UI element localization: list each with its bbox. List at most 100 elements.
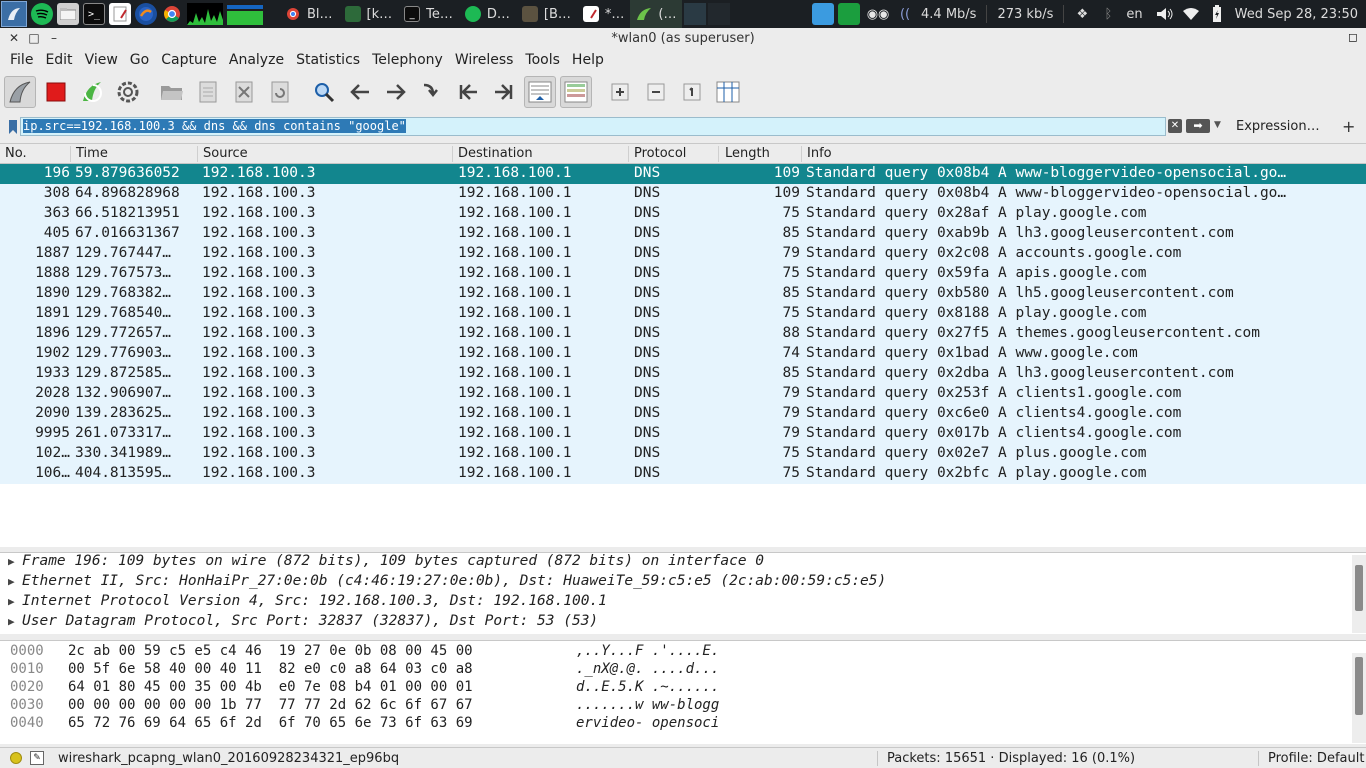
clock[interactable]: Wed Sep 28, 23:50 xyxy=(1228,7,1366,22)
column-header-time[interactable]: Time xyxy=(76,146,108,161)
packet-row[interactable]: 196 59.879636052 192.168.100.3 192.168.100.… xyxy=(0,164,1366,184)
packet-row[interactable]: 102… 330.341989… 192.168.100.3 192.168.100.… xyxy=(0,444,1366,464)
volume-icon[interactable] xyxy=(1154,3,1176,25)
expand-arrow-icon[interactable]: ▶ xyxy=(8,575,15,588)
expand-arrow-icon[interactable]: ▶ xyxy=(8,615,15,628)
keyboard-layout[interactable]: en xyxy=(1119,7,1149,22)
packet-row[interactable]: 1902 129.776903… 192.168.100.3 192.168.100.… xyxy=(0,344,1366,364)
go-to-packet-button[interactable] xyxy=(416,76,448,108)
bytes-ascii[interactable]: ,..Y...F .'....E. xyxy=(576,643,719,659)
workspace-switcher[interactable] xyxy=(708,3,731,25)
bytes-ascii[interactable]: .......w ww-blogg xyxy=(576,697,719,713)
eyes-tray-icon[interactable]: ◉◉ xyxy=(864,3,892,25)
bluetooth-icon[interactable]: ᛒ xyxy=(1097,3,1119,25)
packet-row[interactable]: 2028 132.906907… 192.168.100.3 192.168.100.… xyxy=(0,384,1366,404)
menu-view[interactable]: View xyxy=(79,52,124,68)
bytes-hex[interactable]: 00 5f 6e 58 40 00 40 11 82 e0 c0 a8 64 0… xyxy=(68,661,473,677)
menu-telephony[interactable]: Telephony xyxy=(366,52,449,68)
go-back-button[interactable] xyxy=(344,76,376,108)
packet-row[interactable]: 1891 129.768540… 192.168.100.3 192.168.100.… xyxy=(0,304,1366,324)
normal-size-button[interactable] xyxy=(676,76,708,108)
column-header-info[interactable]: Info xyxy=(807,146,832,161)
app-launcher-button[interactable] xyxy=(1,1,27,27)
packet-row[interactable]: 363 66.518213951 192.168.100.3 192.168.100.… xyxy=(0,204,1366,224)
menu-capture[interactable]: Capture xyxy=(155,52,223,68)
taskbar-item-3[interactable]: D… xyxy=(459,0,516,28)
menu-wireless[interactable]: Wireless xyxy=(449,52,520,68)
menu-file[interactable]: File xyxy=(4,52,39,68)
menu-help[interactable]: Help xyxy=(566,52,610,68)
bytes-hex[interactable]: 65 72 76 69 64 65 6f 2d 6f 70 65 6e 73 6… xyxy=(68,715,473,731)
display-filter-input[interactable]: ip.src==192.168.100.3 && dns && dns cont… xyxy=(20,117,1166,136)
zoom-out-button[interactable] xyxy=(640,76,672,108)
taskbar-item-1[interactable]: [k… xyxy=(339,0,399,28)
expand-arrow-icon[interactable]: ▶ xyxy=(8,595,15,608)
bytes-ascii[interactable]: ._nX@.@. ....d... xyxy=(576,661,719,677)
expert-info-led-icon[interactable] xyxy=(10,752,22,764)
packet-list[interactable]: No. Time Source Destination Protocol Len… xyxy=(0,143,1366,547)
expand-arrow-icon[interactable]: ▶ xyxy=(8,555,15,568)
first-packet-button[interactable] xyxy=(452,76,484,108)
capture-comment-icon[interactable]: ✎ xyxy=(30,751,44,765)
battery-icon[interactable] xyxy=(1206,3,1228,25)
find-packet-button[interactable] xyxy=(308,76,340,108)
detail-row-udp[interactable]: ▶ User Datagram Protocol, Src Port: 32837… xyxy=(0,613,1366,633)
capture-options-button[interactable] xyxy=(112,76,144,108)
packet-row[interactable]: 2090 139.283625… 192.168.100.3 192.168.100.… xyxy=(0,404,1366,424)
menu-go[interactable]: Go xyxy=(124,52,155,68)
bytes-ascii[interactable]: d..E.5.K .~...... xyxy=(576,679,719,695)
taskbar-item-5[interactable]: *… xyxy=(577,0,631,28)
maximize-icon[interactable]: ◻ xyxy=(1348,30,1358,44)
packet-row[interactable]: 106… 404.813595… 192.168.100.3 192.168.100.… xyxy=(0,464,1366,484)
start-capture-button[interactable] xyxy=(4,76,36,108)
minimize-icon[interactable]: – xyxy=(44,31,64,45)
save-file-button[interactable] xyxy=(192,76,224,108)
file-manager-launcher-icon[interactable] xyxy=(57,3,79,25)
editor-launcher-icon[interactable] xyxy=(109,3,131,25)
bytes-ascii[interactable]: ervideo- opensoci xyxy=(576,715,719,731)
packet-row[interactable]: 308 64.896828968 192.168.100.3 192.168.100.… xyxy=(0,184,1366,204)
scrollbar-thumb[interactable] xyxy=(1355,565,1363,611)
clear-filter-button[interactable]: ✕ xyxy=(1168,119,1182,133)
add-filter-button[interactable]: + xyxy=(1342,117,1355,136)
terminal-launcher-icon[interactable]: >_ xyxy=(83,3,105,25)
details-scrollbar[interactable] xyxy=(1352,555,1366,633)
packet-row[interactable]: 405 67.016631367 192.168.100.3 192.168.100.… xyxy=(0,224,1366,244)
last-packet-button[interactable] xyxy=(488,76,520,108)
column-header-no[interactable]: No. xyxy=(5,146,27,161)
taskbar-item-6[interactable]: (… xyxy=(630,0,683,28)
taskbar-item-2[interactable]: _ Te… xyxy=(398,0,459,28)
packet-bytes-pane[interactable]: 0000 2c ab 00 59 c5 e5 c4 46 19 27 0e 0b … xyxy=(0,640,1366,744)
filter-history-dropdown[interactable]: ▼ xyxy=(1214,120,1221,130)
chrome-launcher-icon[interactable] xyxy=(161,3,183,25)
dropbox-icon[interactable]: ❖ xyxy=(1071,3,1093,25)
menu-analyze[interactable]: Analyze xyxy=(223,52,290,68)
close-file-button[interactable] xyxy=(228,76,260,108)
menu-tools[interactable]: Tools xyxy=(519,52,566,68)
packet-details-pane[interactable]: ▶ Frame 196: 109 bytes on wire (872 bits)… xyxy=(0,552,1366,634)
notes-tray-icon[interactable] xyxy=(812,3,835,25)
close-icon[interactable]: ✕ xyxy=(4,31,24,45)
open-file-button[interactable] xyxy=(156,76,188,108)
wifi-icon[interactable] xyxy=(1180,3,1202,25)
go-forward-button[interactable] xyxy=(380,76,412,108)
stop-capture-button[interactable] xyxy=(40,76,72,108)
column-header-protocol[interactable]: Protocol xyxy=(634,146,686,161)
expression-button[interactable]: Expression… xyxy=(1236,119,1320,134)
menu-statistics[interactable]: Statistics xyxy=(290,52,366,68)
packet-row[interactable]: 1890 129.768382… 192.168.100.3 192.168.100.… xyxy=(0,284,1366,304)
packet-row[interactable]: 1933 129.872585… 192.168.100.3 192.168.100.… xyxy=(0,364,1366,384)
pin-icon[interactable]: □ xyxy=(24,31,44,45)
restart-capture-button[interactable] xyxy=(76,76,108,108)
taskbar-item-0[interactable]: Bl… xyxy=(279,0,339,28)
colorize-button[interactable] xyxy=(560,76,592,108)
workspace-switcher[interactable] xyxy=(684,3,707,25)
packet-row[interactable]: 9995 261.073317… 192.168.100.3 192.168.100.… xyxy=(0,424,1366,444)
reload-file-button[interactable] xyxy=(264,76,296,108)
bytes-hex[interactable]: 00 00 00 00 00 00 1b 77 77 77 2d 62 6c 6… xyxy=(68,697,473,713)
bytes-scrollbar[interactable] xyxy=(1352,653,1366,743)
spotify-launcher-icon[interactable] xyxy=(31,3,53,25)
scrollbar-thumb[interactable] xyxy=(1355,657,1363,715)
profile-selector[interactable]: Profile: Default xyxy=(1268,751,1364,766)
column-header-length[interactable]: Length xyxy=(725,146,770,161)
